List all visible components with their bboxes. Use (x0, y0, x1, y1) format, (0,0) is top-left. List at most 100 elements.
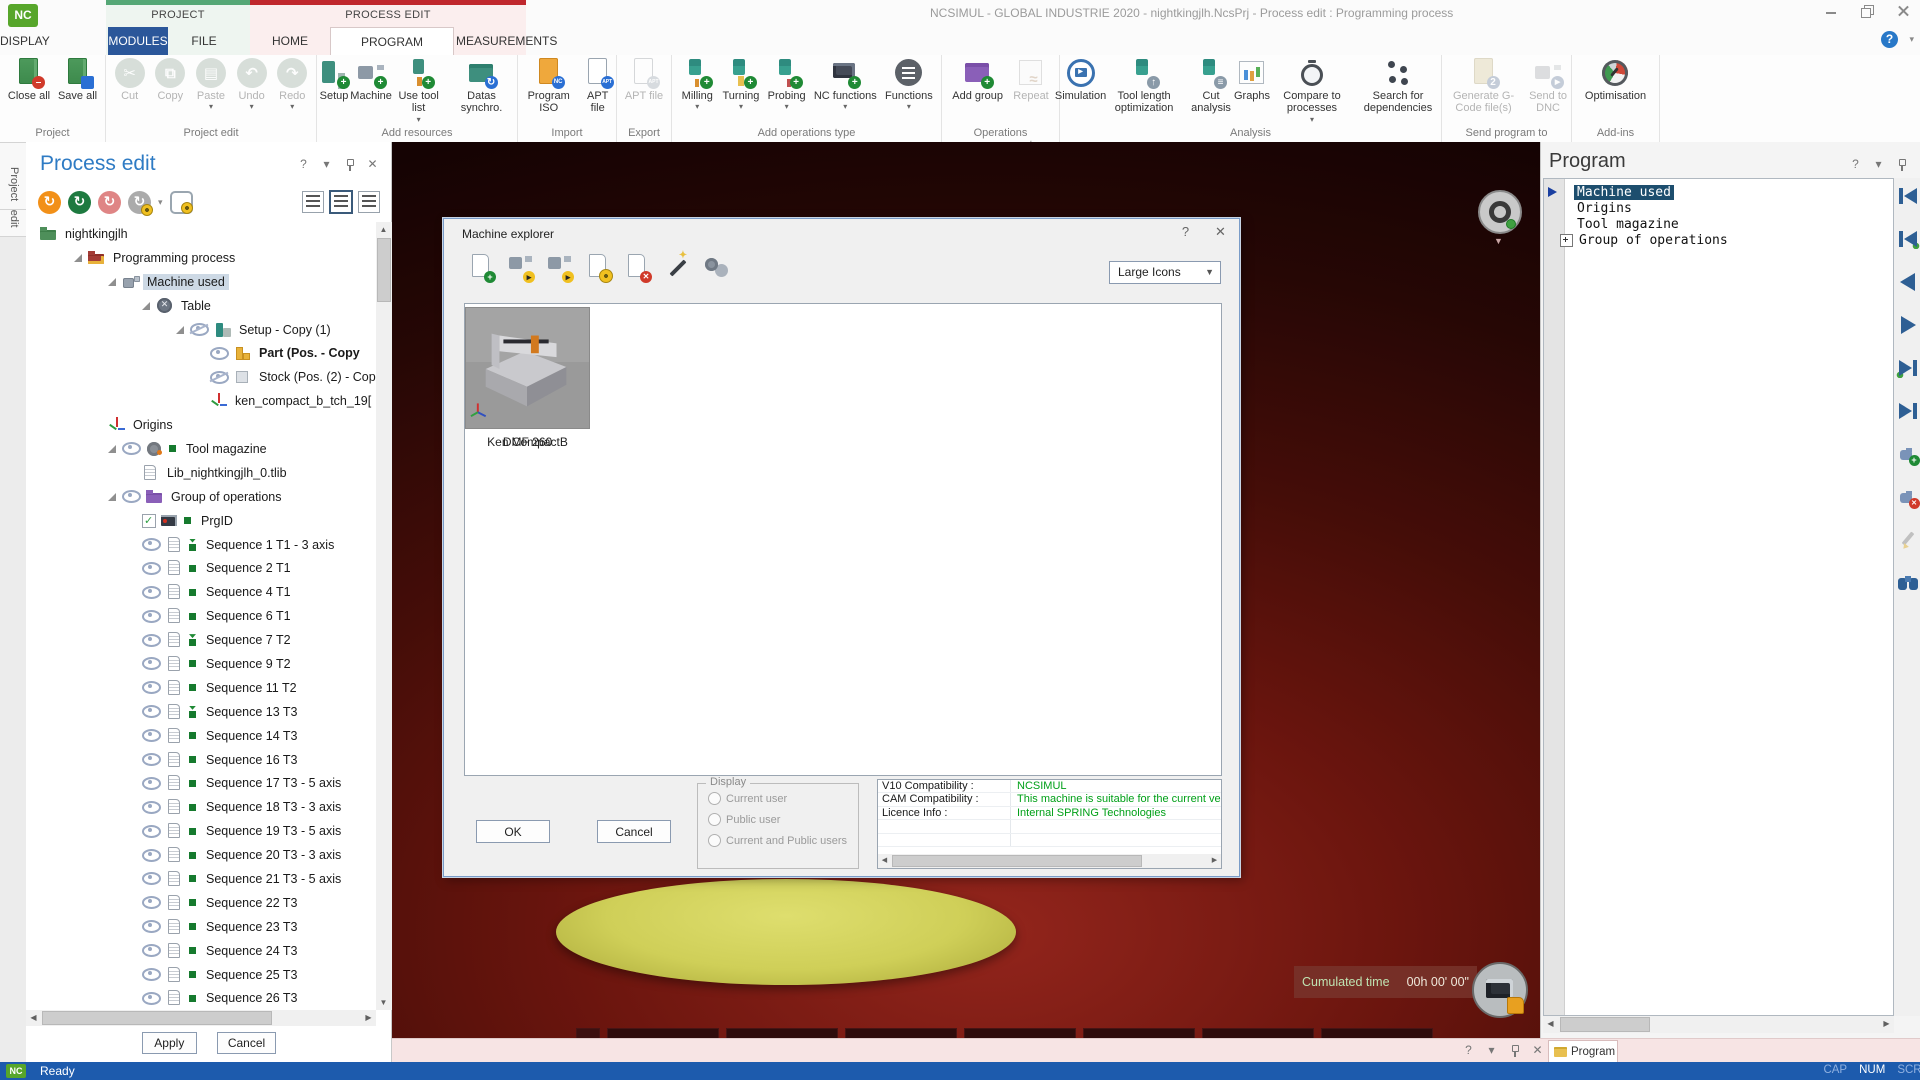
node-label[interactable]: Stock (Pos. (2) - Cop (255, 369, 376, 385)
node-label[interactable]: Sequence 26 T3 (202, 990, 302, 1006)
table-horizontal-scrollbar[interactable]: ◀▶ (878, 854, 1221, 868)
node-label[interactable]: Sequence 18 T3 - 3 axis (202, 799, 345, 815)
dropdown-arrow-icon[interactable]: ▾ (695, 103, 699, 112)
program-node-label[interactable]: Machine used (1574, 185, 1674, 200)
node-label[interactable]: Sequence 13 T3 (202, 704, 302, 720)
ribbon-tab[interactable]: PROGRAM (330, 27, 454, 56)
panel-pin-icon[interactable] (343, 158, 356, 171)
tree-row[interactable]: Tool magazine (26, 437, 376, 461)
ribbon-tab[interactable]: DISPLAY (0, 27, 50, 55)
node-label[interactable]: Sequence 21 T3 - 5 axis (202, 871, 345, 887)
ribbon-button[interactable]: Redo ▾ (275, 57, 309, 112)
node-label[interactable]: Sequence 11 T2 (202, 680, 301, 696)
tree-row[interactable]: Sequence 17 T3 - 5 axis (26, 771, 376, 795)
program-tree-row[interactable]: Origins (1544, 200, 1893, 216)
ribbon-button[interactable]: Add group ▾ (952, 57, 1003, 102)
viewport-help-icon[interactable]: ? (1462, 1044, 1475, 1057)
visibility-eye-icon[interactable] (142, 849, 161, 862)
close-button[interactable] (1896, 4, 1910, 18)
ribbon-tab[interactable]: FILE (172, 27, 236, 55)
ribbon-button[interactable]: Cut ▾ (113, 57, 147, 102)
refresh-orange-icon[interactable] (38, 191, 61, 214)
program-horizontal-scrollbar[interactable]: ◀▶ (1543, 1016, 1894, 1033)
program-bottom-tab[interactable]: Program (1548, 1040, 1618, 1063)
dropdown-arrow-icon[interactable]: ▾ (209, 103, 213, 112)
dialog-tool-icon[interactable] (546, 253, 574, 283)
tree-row[interactable]: PrgID (26, 509, 376, 533)
dialog-tool-icon[interactable] (585, 253, 613, 283)
ribbon-button[interactable]: Use tool list ▾ (391, 57, 446, 125)
program-tool-icon[interactable] (1896, 358, 1920, 378)
view-details-icon[interactable] (330, 191, 352, 213)
ribbon-button[interactable]: Optimisation ▾ (1585, 57, 1646, 102)
viewport-pin-icon[interactable] (1508, 1044, 1521, 1057)
tree-row[interactable]: Sequence 11 T2 (26, 676, 376, 700)
ribbon-button[interactable]: Copy ▾ (153, 57, 187, 102)
program-tree-row[interactable]: Machine used (1544, 184, 1893, 200)
program-node-label[interactable]: Origins (1574, 201, 1635, 216)
tree-row[interactable]: Sequence 2 T1 (26, 556, 376, 580)
expander-icon[interactable] (142, 302, 150, 310)
tree-row[interactable]: Group of operations (26, 485, 376, 509)
dialog-tool-icon[interactable] (702, 253, 730, 283)
node-label[interactable]: Sequence 14 T3 (202, 728, 302, 744)
node-label[interactable]: PrgID (197, 513, 237, 529)
node-label[interactable]: Sequence 6 T1 (202, 608, 295, 624)
dropdown-arrow-icon[interactable]: ▾ (843, 103, 847, 112)
tree-row[interactable]: Sequence 20 T3 - 3 axis (26, 843, 376, 867)
visibility-eye-icon[interactable] (142, 753, 161, 766)
dropdown-arrow-icon[interactable]: ▾ (250, 103, 254, 112)
ribbon-button[interactable]: Program ISO ▾ (518, 57, 579, 115)
ribbon-button[interactable]: Simulation ▾ (1060, 57, 1101, 102)
visibility-eye-icon[interactable] (142, 777, 161, 790)
expander-icon[interactable] (108, 445, 116, 453)
tree-row[interactable]: Sequence 26 T3 (26, 987, 376, 1011)
dropdown-arrow-icon[interactable]: ▾ (907, 103, 911, 112)
expander-icon[interactable] (108, 278, 116, 286)
visibility-eye-icon[interactable] (142, 705, 161, 718)
dropdown-arrow-icon[interactable]: ▾ (785, 103, 789, 112)
dialog-tool-icon[interactable] (624, 253, 652, 283)
ribbon-button[interactable]: Save all ▾ (58, 57, 97, 102)
ribbon-button[interactable]: Setup ▾ (317, 57, 351, 102)
ribbon-button[interactable]: Paste ▾ (194, 57, 228, 112)
visibility-eye-icon[interactable] (142, 920, 161, 933)
ribbon-tab[interactable]: HOME (255, 27, 325, 55)
ribbon-tab[interactable]: MEASUREMENTS (456, 27, 520, 55)
tree-row[interactable]: Sequence 6 T1 (26, 604, 376, 628)
ribbon-button[interactable]: Undo ▾ (235, 57, 269, 112)
ribbon-collapse-icon[interactable]: ▾ (1909, 34, 1914, 45)
program-tool-icon[interactable] (1896, 573, 1920, 593)
ribbon-button[interactable]: Milling ▾ (680, 57, 714, 112)
node-label[interactable]: Part (Pos. - Copy (255, 345, 364, 361)
tree-row[interactable]: Sequence 25 T3 (26, 963, 376, 987)
ribbon-button[interactable]: NC functions ▾ (814, 57, 877, 112)
visibility-eye-icon[interactable] (142, 610, 161, 623)
ribbon-button[interactable]: Functions ▾ (885, 57, 933, 112)
program-tree-row[interactable]: Group of operations (1544, 232, 1893, 248)
tree-row[interactable]: Sequence 16 T3 (26, 748, 376, 772)
node-label[interactable]: Group of operations (167, 489, 286, 505)
viewport-settings-caret-icon[interactable]: ▼ (1494, 236, 1503, 246)
display-option[interactable]: Current user (708, 792, 858, 805)
program-tool-icon[interactable] (1896, 315, 1920, 335)
minimize-button[interactable] (1824, 4, 1838, 18)
visibility-eye-icon[interactable] (210, 347, 229, 360)
side-tab[interactable]: Project (0, 142, 29, 210)
ribbon-button[interactable]: Probing ▾ (768, 57, 806, 112)
program-tool-icon[interactable] (1896, 444, 1920, 464)
refresh-red-icon[interactable] (98, 191, 121, 214)
panel-menu-icon[interactable]: ▾ (320, 158, 333, 171)
tree-row[interactable]: Part (Pos. - Copy (26, 341, 376, 365)
view-compact-icon[interactable] (358, 191, 380, 213)
restore-button[interactable] (1860, 4, 1874, 18)
tree-row[interactable]: Sequence 14 T3 (26, 724, 376, 748)
visibility-eye-icon[interactable] (142, 681, 161, 694)
visibility-eye-icon[interactable] (142, 634, 161, 647)
simulation-timeline[interactable] (576, 1028, 1433, 1038)
visibility-eye-icon[interactable] (142, 944, 161, 957)
display-option[interactable]: Public user (708, 813, 858, 826)
node-label[interactable]: Sequence 24 T3 (202, 943, 302, 959)
visibility-eye-icon[interactable] (142, 968, 161, 981)
dropdown-arrow-icon[interactable]: ▾ (1310, 116, 1314, 125)
